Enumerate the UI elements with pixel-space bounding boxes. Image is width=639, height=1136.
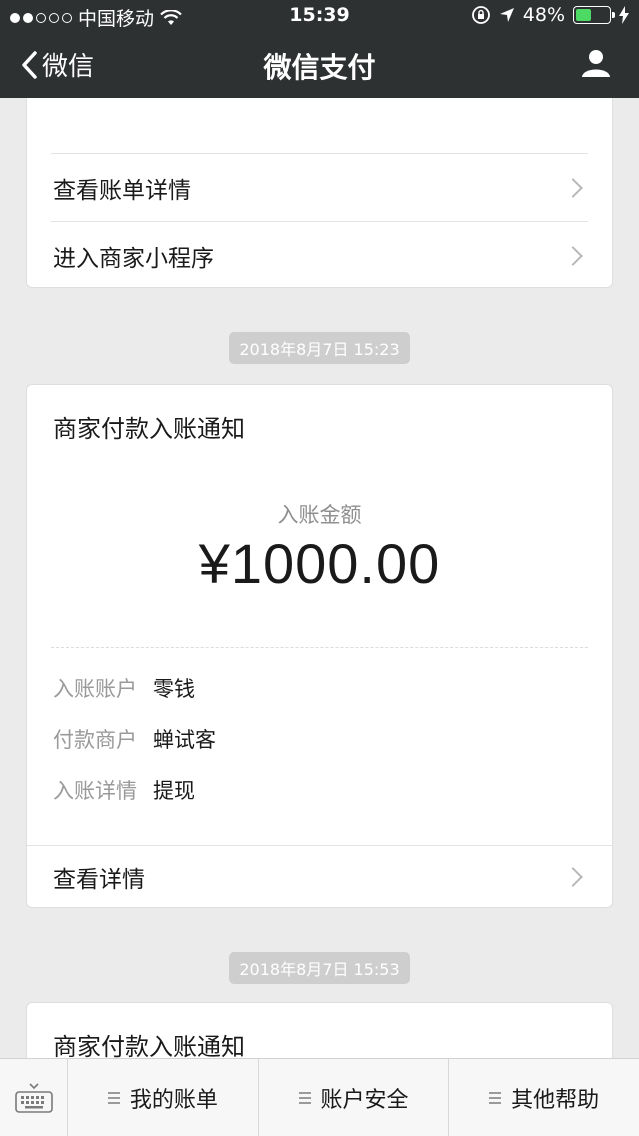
status-left: 中国移动 xyxy=(10,4,182,31)
battery-percent: 48% xyxy=(522,4,565,26)
link-label: 查看账单详情 xyxy=(53,177,191,204)
message-card: 查看账单详情 进入商家小程序 xyxy=(26,98,613,288)
keyboard-icon xyxy=(14,1082,53,1113)
status-time: 15:39 xyxy=(289,4,350,26)
location-arrow-icon xyxy=(499,8,514,22)
page-title: 微信支付 xyxy=(263,51,376,84)
header: 中国移动 15:39 48% 微信 微信支付 xyxy=(0,0,639,98)
detail-row: 付款商户 蝉试客 xyxy=(53,724,216,754)
battery-fill xyxy=(576,9,592,21)
detail-row: 入账详情 提现 xyxy=(53,775,195,805)
detail-key: 入账详情 xyxy=(53,779,137,803)
signal-icon xyxy=(10,12,72,23)
signal-dot xyxy=(23,12,33,23)
menu-my-bills[interactable]: 我的账单 xyxy=(68,1059,259,1136)
amount-value: ¥1000.00 xyxy=(198,532,441,595)
user-icon xyxy=(582,50,610,77)
back-label: 微信 xyxy=(42,52,95,82)
signal-dot xyxy=(36,12,46,23)
view-bill-details-link[interactable]: 查看账单详情 xyxy=(51,153,588,221)
menu-account-security[interactable]: 账户安全 xyxy=(259,1059,450,1136)
detail-value: 提现 xyxy=(153,779,195,803)
chevron-right-icon xyxy=(563,177,583,198)
merchant-miniprogram-link[interactable]: 进入商家小程序 xyxy=(51,221,588,289)
wifi-icon xyxy=(160,9,182,25)
timestamp-wrap: 2018年8月7日 15:23 xyxy=(0,332,639,364)
menu-label: 我的账单 xyxy=(129,1087,218,1113)
amount-label: 入账金额 xyxy=(277,503,362,527)
detail-key: 入账账户 xyxy=(53,677,137,701)
view-details-link[interactable]: 查看详情 xyxy=(27,845,612,907)
payment-notification-card: 商家付款入账通知 xyxy=(26,1002,613,1058)
detail-value: 零钱 xyxy=(153,677,195,701)
rotation-lock-icon xyxy=(471,6,490,24)
link-label: 进入商家小程序 xyxy=(53,245,214,272)
menu-list-icon xyxy=(489,1091,502,1104)
back-button[interactable]: 微信 xyxy=(20,46,94,83)
keyboard-toggle-button[interactable] xyxy=(0,1059,68,1136)
payment-notification-card: 商家付款入账通知 入账金额 ¥1000.00 入账账户 零钱 付款商户 蝉试客 … xyxy=(26,384,613,908)
nav-bar: 微信 微信支付 xyxy=(0,32,639,98)
signal-dot xyxy=(10,12,20,23)
message-timestamp: 2018年8月7日 15:53 xyxy=(229,952,410,984)
detail-key: 付款商户 xyxy=(53,728,137,752)
message-timestamp: 2018年8月7日 15:23 xyxy=(229,332,410,364)
message-list[interactable]: 查看账单详情 进入商家小程序 2018年8月7日 15:23 商家付款入账通知 … xyxy=(0,98,639,1058)
menu-list-icon xyxy=(298,1091,311,1104)
battery-icon xyxy=(573,6,615,24)
signal-dot xyxy=(49,12,59,23)
menu-label: 其他帮助 xyxy=(511,1087,600,1113)
divider xyxy=(51,647,588,648)
profile-button[interactable] xyxy=(581,48,611,82)
detail-row: 入账账户 零钱 xyxy=(53,673,195,703)
bottom-menu-bar: 我的账单 账户安全 其他帮助 xyxy=(0,1058,639,1136)
chevron-left-icon xyxy=(22,50,37,79)
chevron-right-icon xyxy=(563,866,583,887)
menu-label: 账户安全 xyxy=(320,1087,409,1113)
card-title: 商家付款入账通知 xyxy=(53,415,245,443)
status-bar: 中国移动 15:39 48% xyxy=(0,0,639,32)
timestamp-wrap: 2018年8月7日 15:53 xyxy=(0,952,639,984)
nav-title-wrap: 微信支付 xyxy=(0,46,639,86)
signal-dot xyxy=(62,12,72,23)
link-label: 查看详情 xyxy=(53,866,145,893)
card-title: 商家付款入账通知 xyxy=(53,1033,245,1058)
charging-bolt-icon xyxy=(619,6,629,24)
carrier-name: 中国移动 xyxy=(78,8,155,30)
status-right: 48% xyxy=(471,4,629,26)
detail-value: 蝉试客 xyxy=(153,728,216,752)
chevron-right-icon xyxy=(563,245,583,266)
menu-other-help[interactable]: 其他帮助 xyxy=(449,1059,639,1136)
menu-list-icon xyxy=(107,1091,120,1104)
